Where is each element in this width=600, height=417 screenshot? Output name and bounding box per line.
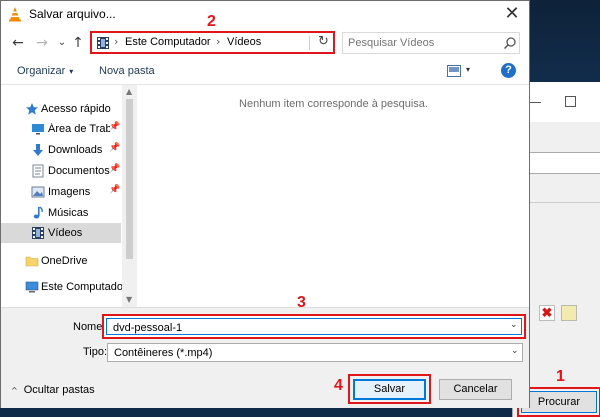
step-marker-1: 1 [556, 368, 565, 385]
sidebar-item-label: Área de Trabalho [48, 123, 110, 135]
star-icon [26, 103, 38, 115]
vlc-cone-icon [9, 7, 21, 22]
file-name-input[interactable] [113, 321, 493, 334]
back-arrow-icon[interactable]: ← [9, 34, 27, 52]
computer-icon [25, 281, 39, 293]
sidebar-item-downloads[interactable]: Downloads 📌 [1, 140, 121, 160]
file-list-pane[interactable]: Nenhum item corresponde à pesquisa. [138, 85, 529, 307]
divider [309, 36, 310, 50]
cancel-button[interactable]: Cancelar [439, 379, 512, 400]
view-options-icon[interactable] [447, 65, 461, 77]
breadcrumb-item-computer[interactable]: Este Computador [125, 36, 211, 48]
music-icon [33, 206, 43, 219]
sidebar-scrollbar[interactable]: ▲ ▼ [122, 85, 137, 307]
sidebar-item-label: Acesso rápido [41, 103, 111, 115]
sidebar-item-desktop[interactable]: Área de Trabalho 📌 [1, 119, 121, 139]
images-icon [31, 186, 45, 198]
search-icon[interactable] [503, 36, 517, 50]
window-title: Salvar arquivo... [29, 7, 116, 21]
hide-folders-label: Ocultar pastas [23, 384, 95, 396]
sidebar-item-music[interactable]: Músicas [1, 203, 121, 223]
address-bar[interactable]: › Este Computador › Vídeos ↻ [90, 31, 335, 54]
breadcrumb-separator-icon: › [216, 35, 221, 48]
breadcrumb-item-videos[interactable]: Vídeos [227, 36, 261, 48]
new-folder-button[interactable]: Nova pasta [99, 65, 155, 77]
empty-results-message: Nenhum item corresponde à pesquisa. [239, 98, 428, 110]
sidebar-item-label: Downloads [48, 144, 103, 156]
navigation-bar: ← → ⌄ ↑ › Este Computador › Vídeos ↻ [1, 27, 529, 61]
sidebar-item-videos[interactable]: Vídeos [1, 223, 121, 243]
chevron-down-icon[interactable]: ⌄ [510, 320, 518, 330]
sidebar-item-images[interactable]: Imagens 📌 [1, 182, 121, 202]
minimize-icon[interactable] [529, 102, 541, 103]
sidebar-item-quick-access[interactable]: Acesso rápido [21, 99, 131, 119]
refresh-icon[interactable]: ↻ [318, 34, 329, 49]
save-file-dialog: Salvar arquivo... ✕ ← → ⌄ ↑ › Este Compu… [0, 0, 530, 408]
maximize-icon[interactable] [565, 96, 576, 107]
divider [527, 202, 600, 203]
forward-arrow-icon[interactable]: → [33, 34, 51, 52]
browse-button-label: Procurar [537, 396, 581, 408]
step-marker-3: 3 [297, 294, 306, 311]
organize-label: Organizar [17, 65, 66, 77]
sidebar-item-documents[interactable]: Documentos 📌 [1, 161, 121, 181]
pin-icon[interactable]: 📌 [109, 185, 120, 195]
save-options-panel: Nome: ⌄ Tipo: Contêineres (*.mp4) ⌄ ^ Ocu… [1, 307, 529, 408]
scroll-up-icon[interactable]: ▲ [126, 87, 132, 96]
step-marker-2: 2 [207, 13, 216, 30]
background-text-field[interactable] [527, 152, 600, 174]
breadcrumb-separator-icon: › [114, 35, 119, 48]
desktop-icon [32, 124, 44, 135]
sidebar-item-label: Documentos [48, 165, 110, 177]
sidebar-item-label: Músicas [48, 207, 89, 219]
chevron-down-icon[interactable]: ⌄ [511, 346, 519, 356]
pin-icon[interactable]: 📌 [109, 143, 120, 153]
search-box[interactable] [342, 32, 520, 54]
chevron-up-icon: ^ [11, 386, 18, 395]
pin-icon[interactable]: 📌 [109, 122, 120, 132]
file-type-label: Tipo: [83, 346, 108, 358]
hide-folders-toggle[interactable]: ^ Ocultar pastas [11, 384, 95, 396]
up-arrow-icon[interactable]: ↑ [69, 34, 87, 52]
close-icon[interactable]: ✕ [499, 3, 525, 25]
file-name-field[interactable]: ⌄ [102, 314, 526, 339]
browse-button[interactable]: Procurar [521, 391, 597, 413]
sidebar-item-onedrive[interactable]: OneDrive [21, 251, 131, 271]
sidebar-item-label: Este Computador [41, 281, 127, 293]
pin-icon[interactable]: 📌 [109, 164, 120, 174]
file-name-input-box[interactable]: ⌄ [106, 318, 522, 335]
chevron-down-icon: ▾ [69, 67, 74, 76]
file-type-value: Contêineres (*.mp4) [114, 347, 213, 359]
file-name-label: Nome: [73, 321, 106, 333]
videos-icon [32, 227, 44, 239]
command-toolbar: Organizar ▾ Nova pasta ▾ ? [1, 61, 529, 83]
file-type-select[interactable]: Contêineres (*.mp4) ⌄ [107, 343, 523, 362]
scroll-down-icon[interactable]: ▼ [126, 295, 132, 304]
note-icon[interactable] [561, 305, 577, 321]
download-icon [33, 144, 43, 156]
step-marker-4: 4 [334, 377, 343, 394]
organize-button[interactable]: Organizar ▾ [17, 65, 73, 77]
title-bar: Salvar arquivo... ✕ [1, 1, 529, 27]
documents-icon [32, 164, 44, 178]
scrollbar-thumb[interactable] [126, 99, 133, 259]
delete-icon[interactable]: ✖ [539, 305, 555, 321]
sidebar-item-this-pc[interactable]: Este Computador [21, 277, 131, 297]
sidebar-item-label: OneDrive [41, 255, 88, 267]
sidebar-item-label: Vídeos [48, 227, 83, 239]
help-icon[interactable]: ? [501, 63, 516, 78]
save-button[interactable]: Salvar [353, 379, 426, 400]
navigation-pane: Acesso rápido Área de Trabalho 📌 Downloa… [1, 85, 137, 307]
chevron-down-icon[interactable]: ▾ [466, 65, 470, 74]
sidebar-item-label: Imagens [48, 186, 91, 198]
video-folder-icon [97, 37, 109, 49]
onedrive-folder-icon [25, 256, 39, 267]
search-input[interactable] [348, 36, 498, 50]
